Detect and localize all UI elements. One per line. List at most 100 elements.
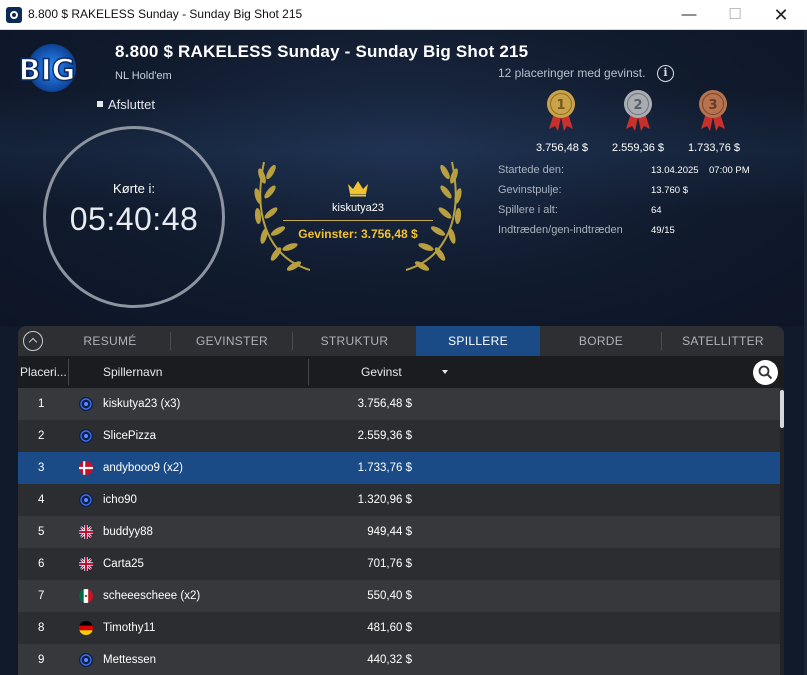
search-button[interactable] (753, 360, 778, 385)
table-row[interactable]: 7 scheeescheee (x2) 550,40 $ (18, 580, 781, 612)
winner-name: kiskutya23 (332, 202, 384, 214)
entries-value: 49/15 (651, 225, 675, 236)
duration-clock: Kørte i: 05:40:48 (43, 126, 225, 308)
medal-rank: 1 (556, 98, 565, 113)
table-row[interactable]: 2 SlicePizza 2.559,36 $ (18, 420, 781, 452)
poker-globe-flag-icon (79, 653, 93, 667)
logo-text: BIG (19, 53, 76, 87)
scrollbar-thumb[interactable] (780, 390, 784, 428)
row-place: 5 (38, 526, 45, 538)
row-player-name: andybooo9 (x2) (103, 462, 183, 474)
row-prize: 550,40 $ (367, 590, 412, 602)
row-prize: 701,76 $ (367, 558, 412, 570)
row-prize: 481,60 $ (367, 622, 412, 634)
table-row[interactable]: 8 Timothy11 481,60 $ (18, 612, 781, 644)
winner-divider (283, 220, 433, 221)
mexico-flag-icon (79, 589, 93, 603)
status-square-icon (97, 101, 103, 107)
info-icon[interactable]: i (657, 65, 674, 82)
table-row[interactable]: 4 icho90 1.320,96 $ (18, 484, 781, 516)
denmark-flag-icon (79, 461, 93, 475)
medal-rank: 2 (633, 98, 642, 113)
row-prize: 949,44 $ (367, 526, 412, 538)
collapse-chevron-icon[interactable] (23, 331, 43, 351)
column-player-name[interactable]: Spillernavn (103, 365, 162, 379)
prize-pool-value: 13.760 $ (651, 185, 688, 196)
status-label: Afsluttet (97, 97, 155, 112)
row-player-name: Carta25 (103, 558, 144, 570)
table-row[interactable]: 1 kiskutya23 (x3) 3.756,48 $ (18, 388, 781, 420)
tab-gevinster[interactable]: GEVINSTER (171, 326, 293, 356)
table-row[interactable]: 9 Mettessen 440,32 $ (18, 644, 781, 675)
search-icon (758, 365, 773, 380)
crown-icon (348, 181, 368, 197)
row-place: 8 (38, 622, 45, 634)
row-place: 2 (38, 430, 45, 442)
total-players-label: Spillere i alt: (498, 204, 558, 216)
start-date-value: 13.04.2025 (651, 165, 699, 176)
column-place[interactable]: Placeri... (20, 365, 67, 379)
column-divider (68, 359, 69, 385)
bronze-medal-icon: 3 (699, 90, 727, 131)
tab-struktur[interactable]: STRUKTUR (293, 326, 416, 356)
big-logo: BIG (12, 40, 84, 98)
players-scrollbar[interactable] (780, 388, 784, 675)
table-row[interactable]: 6 Carta25 701,76 $ (18, 548, 781, 580)
tab-bar: RESUMÉ GEVINSTER STRUKTUR SPILLERE BORDE… (18, 326, 784, 356)
close-button[interactable]: ✕ (758, 0, 804, 30)
sort-down-icon[interactable] (442, 370, 448, 374)
tab-resume[interactable]: RESUMÉ (49, 326, 171, 356)
tournament-title: 8.800 $ RAKELESS Sunday - Sunday Big Sho… (115, 42, 529, 61)
duration-value: 05:40:48 (69, 201, 199, 237)
row-prize: 440,32 $ (367, 654, 412, 666)
row-place: 3 (38, 462, 45, 474)
poker-globe-flag-icon (79, 429, 93, 443)
window-title: 8.800 $ RAKELESS Sunday - Sunday Big Sho… (28, 7, 303, 21)
third-prize-value: 1.733,76 $ (688, 142, 740, 154)
tab-borde[interactable]: BORDE (540, 326, 662, 356)
row-place: 4 (38, 494, 45, 506)
maximize-button[interactable]: ☐ (712, 0, 758, 30)
poker-globe-flag-icon (79, 397, 93, 411)
medal-rank: 3 (708, 98, 717, 113)
app-icon (6, 7, 22, 23)
poker-globe-flag-icon (79, 493, 93, 507)
row-prize: 1.733,76 $ (357, 462, 412, 474)
table-row[interactable]: 5 buddyy88 949,44 $ (18, 516, 781, 548)
column-divider (308, 359, 309, 385)
row-place: 7 (38, 590, 45, 602)
tab-label: SATELLITTER (682, 334, 764, 348)
row-prize: 1.320,96 $ (357, 494, 412, 506)
start-time-value: 07:00 PM (709, 165, 750, 176)
first-prize-value: 3.756,48 $ (536, 142, 588, 154)
row-prize: 2.559,36 $ (357, 430, 412, 442)
tab-label: GEVINSTER (195, 334, 269, 348)
prize-pool-label: Gevinstpulje: (498, 184, 562, 196)
row-player-name: scheeescheee (x2) (103, 590, 201, 602)
players-table-header: Placeri... Spillernavn Gevinst (18, 356, 784, 388)
winner-prize: Gevinster: 3.756,48 $ (298, 227, 418, 241)
window-title-bar: 8.800 $ RAKELESS Sunday - Sunday Big Sho… (0, 0, 807, 30)
tab-satellitter[interactable]: SATELLITTER (662, 326, 784, 356)
players-list: 1 kiskutya23 (x3) 3.756,48 $ 2 SlicePizz… (18, 388, 784, 675)
row-player-name: kiskutya23 (x3) (103, 398, 181, 410)
duration-label: Kørte i: (113, 181, 155, 196)
game-type: NL Hold'em (115, 70, 172, 82)
tab-spillere[interactable]: SPILLERE (416, 326, 540, 356)
paid-places-text: 12 placeringer med gevinst. (498, 66, 646, 80)
entries-label: Indtræden/gen-indtræden (498, 224, 623, 236)
tab-label: RESUMÉ (83, 334, 137, 348)
united-kingdom-flag-icon (79, 525, 93, 539)
start-date-label: Startede den: (498, 164, 565, 176)
tournament-header: BIG 8.800 $ RAKELESS Sunday - Sunday Big… (0, 30, 807, 326)
total-players-value: 64 (651, 205, 662, 216)
table-row-selected[interactable]: 3 andybooo9 (x2) 1.733,76 $ (18, 452, 781, 484)
minimize-button[interactable]: — (666, 0, 712, 30)
status-text: Afsluttet (108, 97, 155, 112)
united-kingdom-flag-icon (79, 557, 93, 571)
germany-flag-icon (79, 621, 93, 635)
row-player-name: SlicePizza (103, 430, 157, 442)
row-place: 9 (38, 654, 45, 666)
column-prize[interactable]: Gevinst (361, 365, 402, 379)
row-player-name: icho90 (103, 494, 137, 506)
